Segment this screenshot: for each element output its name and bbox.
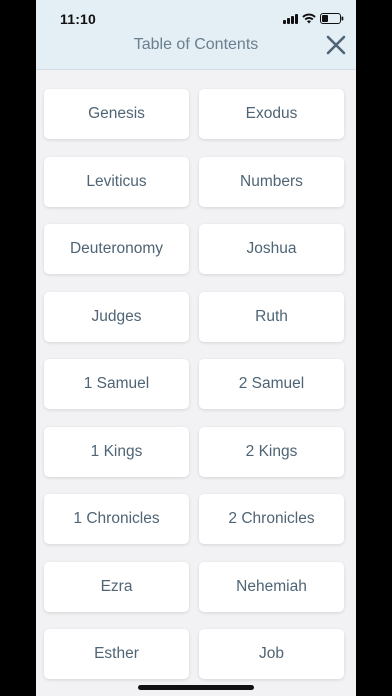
signal-icon <box>283 14 298 24</box>
close-icon <box>326 35 346 55</box>
book-button-2-samuel[interactable]: 2 Samuel <box>199 359 344 409</box>
status-icons <box>283 12 344 24</box>
book-button-1-chronicles[interactable]: 1 Chronicles <box>44 494 189 544</box>
book-button-exodus[interactable]: Exodus <box>199 89 344 139</box>
status-time: 11:10 <box>60 11 97 27</box>
book-button-ruth[interactable]: Ruth <box>199 291 344 342</box>
home-indicator[interactable] <box>138 685 254 690</box>
wifi-icon <box>302 13 316 24</box>
book-button-joshua[interactable]: Joshua <box>199 224 344 274</box>
book-button-job[interactable]: Job <box>199 629 344 679</box>
page-title: Table of Contents <box>133 36 259 53</box>
book-button-ezra[interactable]: Ezra <box>44 561 189 612</box>
app-screen: 11:10 Table of Contents Genesis Exodus L… <box>36 0 356 696</box>
book-button-2-kings[interactable]: 2 Kings <box>199 426 344 477</box>
book-button-2-chronicles[interactable]: 2 Chronicles <box>199 494 344 544</box>
book-button-genesis[interactable]: Genesis <box>44 89 189 139</box>
book-grid: Genesis Exodus Leviticus Numbers Deutero… <box>44 89 344 679</box>
book-button-1-samuel[interactable]: 1 Samuel <box>44 359 189 409</box>
book-button-leviticus[interactable]: Leviticus <box>44 156 189 207</box>
close-button[interactable] <box>324 33 348 57</box>
book-button-esther[interactable]: Esther <box>44 629 189 679</box>
book-button-deuteronomy[interactable]: Deuteronomy <box>44 224 189 274</box>
battery-icon <box>320 13 344 24</box>
book-button-nehemiah[interactable]: Nehemiah <box>199 561 344 612</box>
book-button-numbers[interactable]: Numbers <box>199 156 344 207</box>
header-bar: 11:10 Table of Contents <box>36 0 356 70</box>
book-button-judges[interactable]: Judges <box>44 291 189 342</box>
book-button-1-kings[interactable]: 1 Kings <box>44 426 189 477</box>
